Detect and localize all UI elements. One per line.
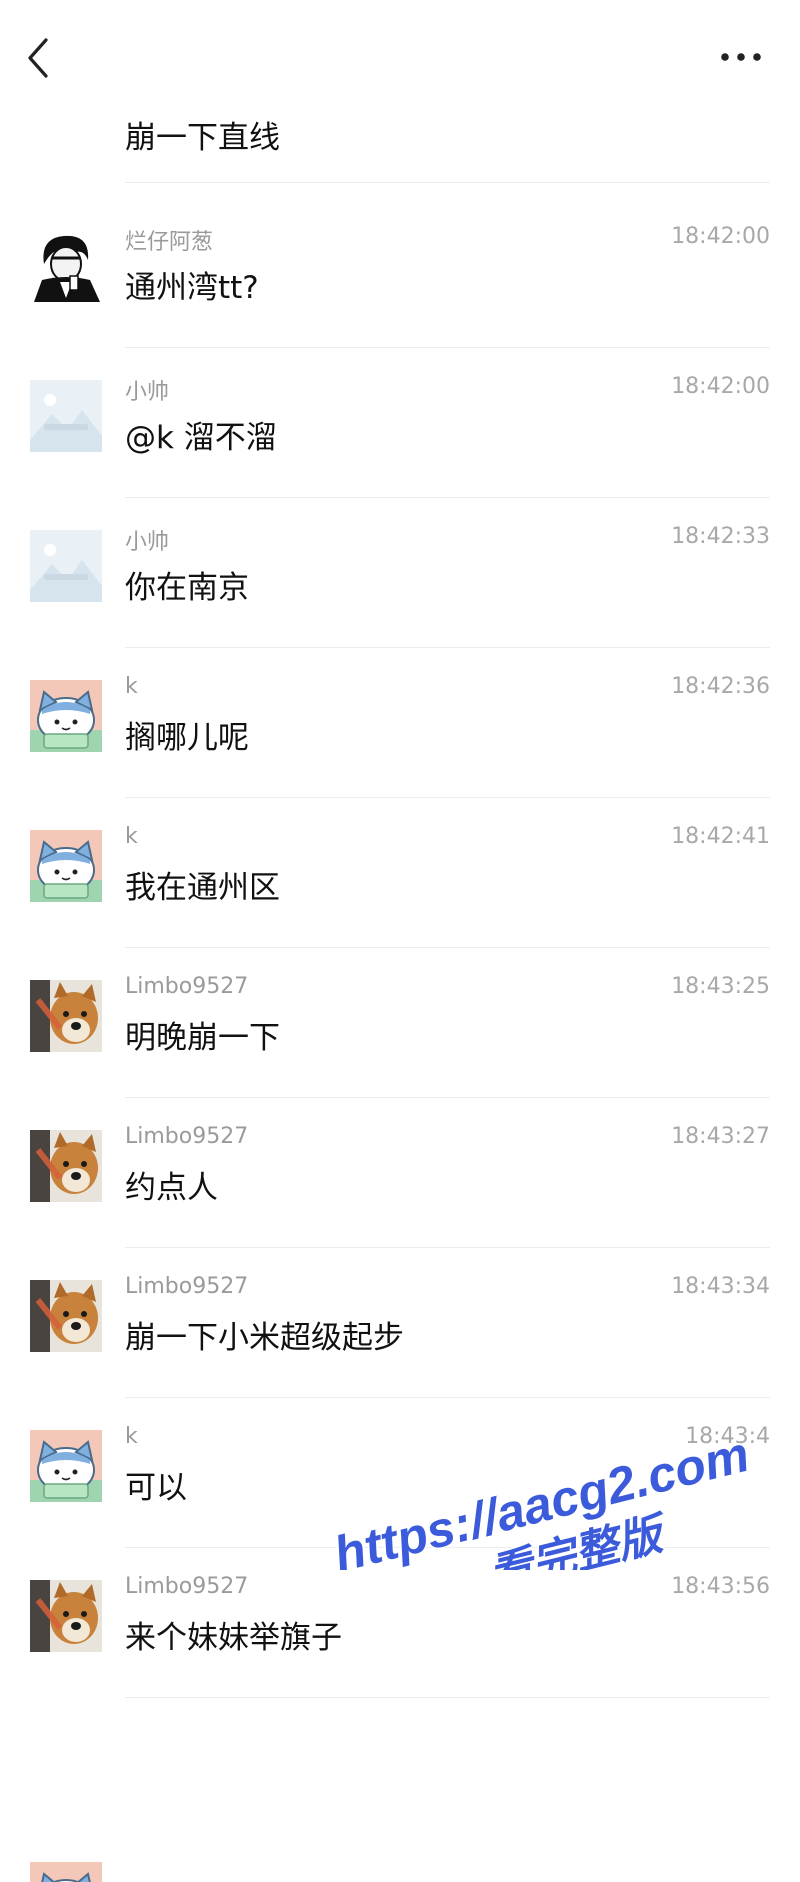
sender-name: k — [125, 824, 138, 849]
message-item[interactable]: Limbo9527 18:43:56 来个妹妹举旗子 — [0, 1572, 800, 1722]
divider — [125, 497, 770, 498]
message-text: 崩一下小米超级起步 — [125, 1320, 404, 1356]
cat-avatar-image — [30, 830, 102, 902]
message-timestamp: 18:42:00 — [671, 374, 770, 399]
message-timestamp: 18:42:41 — [671, 824, 770, 849]
image-placeholder-icon[interactable] — [30, 380, 102, 452]
dog-avatar-icon[interactable] — [30, 980, 102, 1052]
cat-avatar-image — [30, 1430, 102, 1502]
message-timestamp: 18:43:56 — [671, 1574, 770, 1599]
message-text: 可以 — [125, 1470, 187, 1506]
dog-avatar-image — [30, 1280, 102, 1352]
divider — [125, 1697, 770, 1698]
cat-avatar-icon[interactable] — [30, 830, 102, 902]
divider — [125, 1247, 770, 1248]
sender-name: 烂仔阿葱 — [125, 230, 214, 255]
sender-name: Limbo9527 — [125, 1574, 249, 1599]
message-list: 崩一下直线 烂仔阿葱 18:42:00 通州湾tt? 小帅 18:42:00 @k 溜不溜小… — [0, 0, 800, 1882]
message-text: 我在通州区 — [125, 870, 280, 906]
cat-avatar-icon[interactable] — [30, 680, 102, 752]
message-item[interactable]: Limbo9527 18:43:27 约点人 — [0, 1122, 800, 1272]
dog-avatar-image — [30, 980, 102, 1052]
divider — [125, 647, 770, 648]
sender-name: Limbo9527 — [125, 1124, 249, 1149]
message-text: 通州湾tt? — [125, 270, 259, 306]
message-timestamp: 18:42:36 — [671, 674, 770, 699]
message-item[interactable]: k 18:43:4 可以 — [0, 1422, 800, 1572]
sender-name: 小帅 — [125, 530, 170, 555]
message-item[interactable]: 烂仔阿葱 18:42:00 通州湾tt? — [0, 222, 800, 372]
anime-avatar-image — [30, 230, 102, 302]
message-timestamp: 18:43:27 — [671, 1124, 770, 1149]
message-item[interactable]: Limbo9527 18:43:34 崩一下小米超级起步 — [0, 1272, 800, 1422]
dog-avatar-icon[interactable] — [30, 1580, 102, 1652]
cat-avatar-icon[interactable] — [30, 1430, 102, 1502]
cat-avatar-image — [30, 680, 102, 752]
message-text: 明晚崩一下 — [125, 1020, 280, 1056]
more-button[interactable] — [716, 42, 766, 72]
message-item[interactable]: Limbo9527 18:43:25 明晚崩一下 — [0, 972, 800, 1122]
divider — [125, 1547, 770, 1548]
dog-avatar-icon[interactable] — [30, 1280, 102, 1352]
message-text: 你在南京 — [125, 570, 249, 606]
message-item[interactable]: 小帅 18:42:33 你在南京 — [0, 522, 800, 672]
message-item[interactable]: 小帅 18:42:00 @k 溜不溜 — [0, 372, 800, 522]
message-timestamp: 18:43:34 — [671, 1274, 770, 1299]
dog-avatar-image — [30, 1580, 102, 1652]
top-bar — [0, 0, 800, 104]
message-timestamp: 18:43:4 — [685, 1424, 770, 1449]
message-text: 搁哪儿呢 — [125, 720, 249, 756]
message-item[interactable]: k 18:42:36 搁哪儿呢 — [0, 672, 800, 822]
back-button[interactable] — [22, 34, 62, 82]
placeholder-avatar-image — [30, 380, 102, 452]
dog-avatar-image — [30, 1130, 102, 1202]
message-timestamp: 18:42:33 — [671, 524, 770, 549]
placeholder-avatar-image — [30, 530, 102, 602]
chevron-left-icon — [28, 38, 48, 78]
divider — [125, 947, 770, 948]
message-item[interactable]: k 18:42:41 我在通州区 — [0, 822, 800, 972]
divider — [125, 347, 770, 348]
divider — [125, 182, 770, 183]
message-text: 崩一下直线 — [125, 120, 280, 156]
message-text: 约点人 — [125, 1170, 218, 1206]
anime-avatar-icon[interactable] — [30, 230, 102, 302]
message-text: 来个妹妹举旗子 — [125, 1620, 342, 1656]
sender-name: Limbo9527 — [125, 974, 249, 999]
image-placeholder-icon[interactable] — [30, 530, 102, 602]
more-horizontal-icon — [721, 53, 761, 61]
dog-avatar-icon[interactable] — [30, 1130, 102, 1202]
message-timestamp: 18:42:00 — [671, 224, 770, 249]
sender-name: k — [125, 1424, 138, 1449]
sender-name: k — [125, 674, 138, 699]
cat-avatar-icon[interactable] — [30, 1862, 102, 1882]
message-timestamp: 18:43:25 — [671, 974, 770, 999]
sender-name: 小帅 — [125, 380, 170, 405]
sender-name: Limbo9527 — [125, 1274, 249, 1299]
divider — [125, 1397, 770, 1398]
divider — [125, 1097, 770, 1098]
divider — [125, 797, 770, 798]
message-text: @k 溜不溜 — [125, 420, 277, 456]
cat-avatar-image — [30, 1862, 102, 1882]
